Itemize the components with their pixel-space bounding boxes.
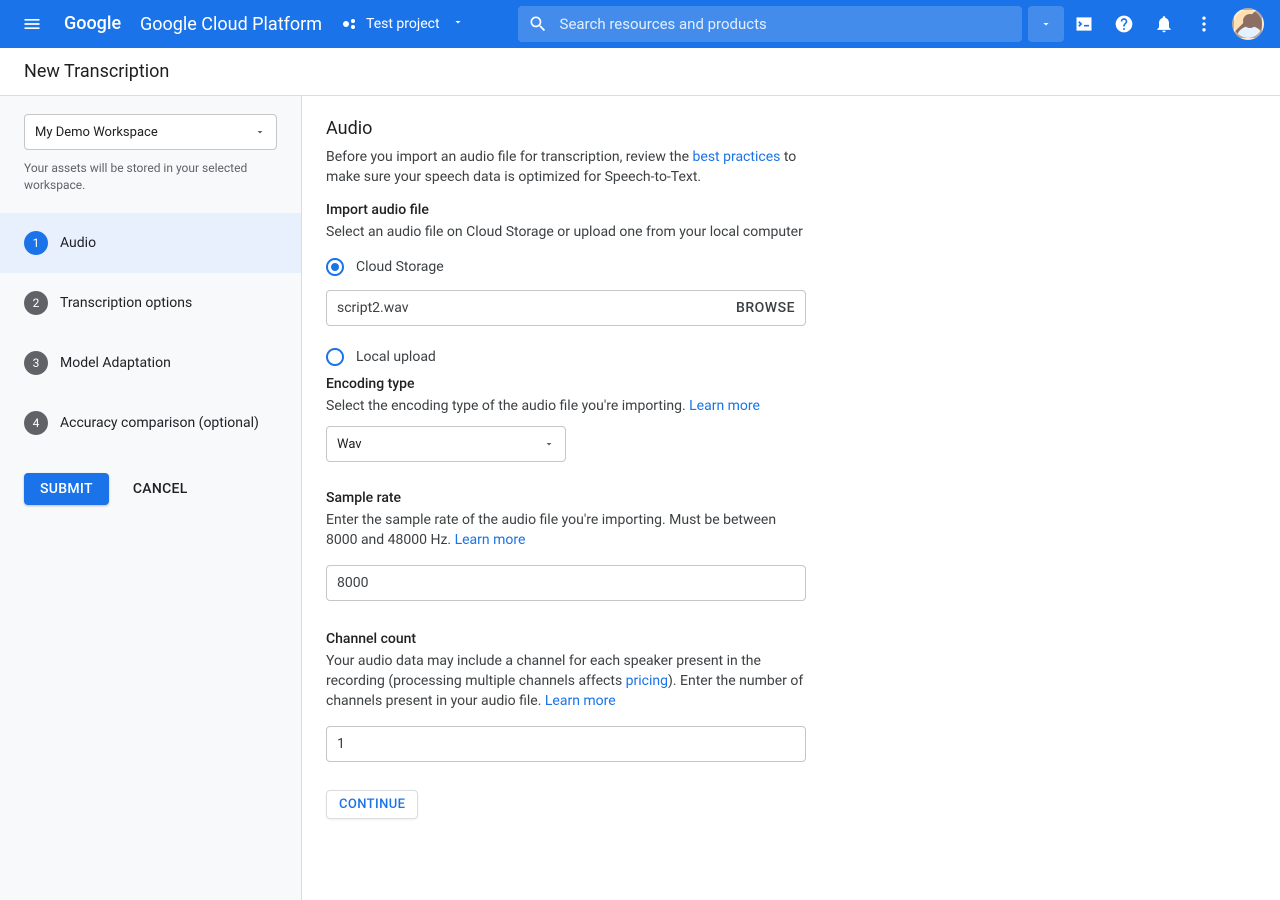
menu-icon[interactable] xyxy=(8,0,56,48)
encoding-value: Wav xyxy=(337,437,362,452)
radio-icon xyxy=(326,348,344,366)
radio-local-upload[interactable]: Local upload xyxy=(326,348,806,366)
cloud-storage-input[interactable] xyxy=(337,300,736,316)
main-content: Audio Before you import an audio file fo… xyxy=(302,96,1280,900)
search-box[interactable] xyxy=(518,6,1022,42)
sample-rate-desc: Enter the sample rate of the audio file … xyxy=(326,510,806,551)
encoding-select[interactable]: Wav xyxy=(326,426,566,462)
browse-button[interactable]: BROWSE xyxy=(736,300,795,316)
radio-cloud-storage[interactable]: Cloud Storage xyxy=(326,258,806,276)
search-icon xyxy=(528,14,548,34)
platform-name: Google Cloud Platform xyxy=(140,14,322,35)
learn-more-link[interactable]: Learn more xyxy=(689,398,760,414)
sample-rate-field[interactable] xyxy=(326,565,806,601)
cloud-storage-field[interactable]: BROWSE xyxy=(326,290,806,326)
chevron-down-icon xyxy=(254,126,266,138)
google-logo-icon: Google xyxy=(64,12,136,36)
chevron-down-icon xyxy=(452,16,464,32)
chevron-down-icon xyxy=(543,438,555,450)
workspace-hint: Your assets will be stored in your selec… xyxy=(24,160,277,195)
encoding-desc: Select the encoding type of the audio fi… xyxy=(326,396,806,416)
svg-text:Google: Google xyxy=(64,13,121,34)
help-icon[interactable] xyxy=(1104,0,1144,48)
pricing-link[interactable]: pricing xyxy=(626,673,668,689)
channel-field[interactable] xyxy=(326,726,806,762)
submit-button[interactable]: SUBMIT xyxy=(24,473,109,505)
sample-rate-input[interactable] xyxy=(337,575,795,591)
project-icon xyxy=(342,16,358,32)
page-title: New Transcription xyxy=(24,61,169,82)
radio-icon xyxy=(326,258,344,276)
section-heading: Audio xyxy=(326,118,806,139)
learn-more-link[interactable]: Learn more xyxy=(455,532,526,548)
cancel-button[interactable]: CANCEL xyxy=(133,481,188,497)
continue-button[interactable]: CONTINUE xyxy=(326,790,418,819)
more-icon[interactable] xyxy=(1184,0,1224,48)
project-name: Test project xyxy=(366,16,440,32)
search-input[interactable] xyxy=(560,15,1012,33)
step-model-adaptation[interactable]: 3Model Adaptation xyxy=(0,333,301,393)
topbar: Google Google Cloud Platform Test projec… xyxy=(0,0,1280,48)
project-picker[interactable]: Test project xyxy=(342,16,464,32)
sample-rate-label: Sample rate xyxy=(326,490,806,506)
import-label: Import audio file xyxy=(326,202,806,218)
step-accuracy-comparison[interactable]: 4Accuracy comparison (optional) xyxy=(0,393,301,453)
channel-desc: Your audio data may include a channel fo… xyxy=(326,651,806,712)
encoding-label: Encoding type xyxy=(326,376,806,392)
step-transcription-options[interactable]: 2Transcription options xyxy=(0,273,301,333)
channel-input[interactable] xyxy=(337,736,795,752)
cloud-shell-icon[interactable] xyxy=(1064,0,1104,48)
search-dropdown[interactable] xyxy=(1028,6,1064,42)
workspace-value: My Demo Workspace xyxy=(35,125,158,140)
platform-logo[interactable]: Google Google Cloud Platform xyxy=(64,12,322,36)
learn-more-link[interactable]: Learn more xyxy=(545,693,616,709)
intro-text: Before you import an audio file for tran… xyxy=(326,147,806,188)
import-desc: Select an audio file on Cloud Storage or… xyxy=(326,222,806,242)
sidebar: My Demo Workspace Your assets will be st… xyxy=(0,96,302,900)
best-practices-link[interactable]: best practices xyxy=(693,149,781,165)
page-header: New Transcription xyxy=(0,48,1280,96)
workspace-select[interactable]: My Demo Workspace xyxy=(24,114,277,150)
step-audio[interactable]: 1Audio xyxy=(0,213,301,273)
notifications-icon[interactable] xyxy=(1144,0,1184,48)
avatar[interactable] xyxy=(1232,8,1264,40)
channel-label: Channel count xyxy=(326,631,806,647)
